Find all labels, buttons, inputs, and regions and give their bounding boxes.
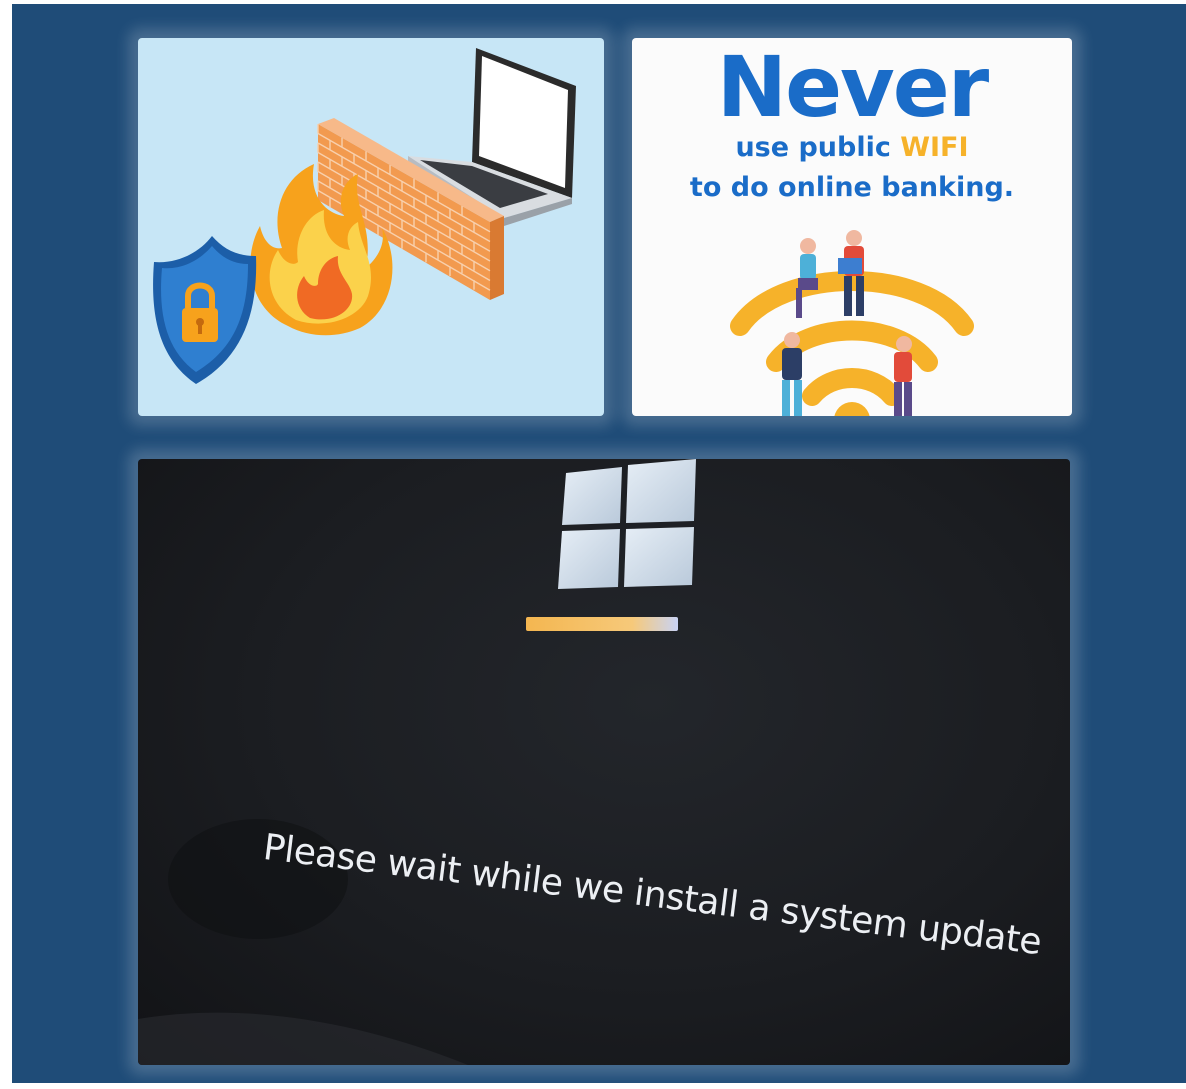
collage-board: Never use public WIFI to do online banki… [12,4,1186,1083]
firewall-illustration [138,38,604,416]
warning-line-1-prefix: use public [735,132,901,163]
system-update-screen: Please wait while we install a system up… [138,459,1070,1065]
warning-line-2: to do online banking. [689,172,1015,203]
warning-line-1: use public WIFI [632,132,1072,164]
public-wifi-warning: Never use public WIFI to do online banki… [632,38,1072,416]
warning-headline: Never [716,38,989,136]
warning-wifi-highlight: WIFI [900,132,969,163]
update-progress-bar [526,617,678,631]
windows-logo-icon [558,459,696,589]
shield-lock-icon [153,236,257,384]
